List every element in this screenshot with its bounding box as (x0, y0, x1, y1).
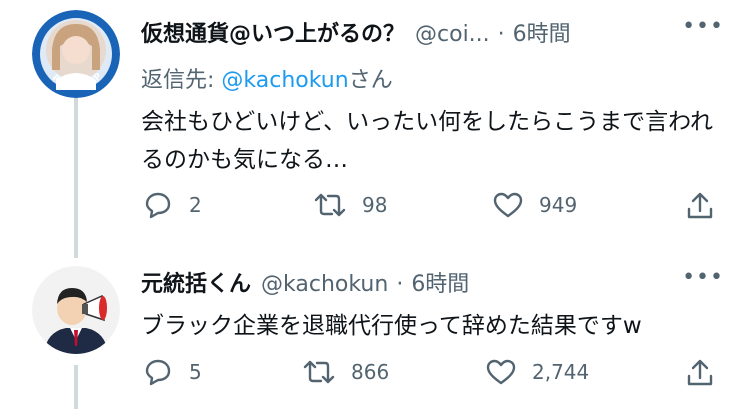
retweet-count: 98 (362, 193, 388, 217)
reply-button[interactable]: 2 (141, 190, 202, 220)
author-name[interactable]: 元統括くん (141, 266, 251, 298)
timestamp[interactable]: 6時間 (411, 266, 469, 298)
like-icon (486, 359, 516, 385)
author-handle[interactable]: @kachokun (261, 272, 388, 297)
tweet-text: ブラック企業を退職代行使って辞めた結果ですw (141, 313, 642, 339)
thread-line (74, 365, 78, 409)
like-count: 949 (539, 193, 578, 217)
reply-to-prefix: 返信先: (141, 68, 222, 93)
share-button[interactable] (684, 190, 716, 222)
like-button[interactable]: 949 (491, 190, 577, 220)
retweet-count: 866 (351, 360, 390, 384)
tweet-text: 会社もひどいけど、いったい何をしたらこうまで言われるのかも気になる… (141, 109, 714, 173)
more-icon[interactable]: ••• (682, 14, 724, 39)
reply-to-suffix: さん (348, 68, 393, 93)
like-icon (493, 192, 523, 218)
retweet-icon (314, 193, 346, 217)
separator-dot: · (396, 272, 404, 297)
reply-count: 5 (189, 360, 202, 384)
retweet-button[interactable]: 866 (301, 357, 389, 387)
reply-icon (145, 192, 171, 219)
reply-count: 2 (189, 193, 202, 217)
avatar[interactable]: Ripple XRP (32, 10, 120, 98)
reply-button[interactable]: 5 (141, 357, 202, 387)
retweet-button[interactable]: 98 (312, 190, 387, 220)
like-count: 2,744 (532, 360, 590, 384)
reply-to: 返信先: @kachokunさん (141, 62, 393, 94)
author-name[interactable]: 仮想通貨@いつ上がるの？ (141, 16, 405, 48)
tweet-header: 仮想通貨@いつ上がるの？ @coi... · 6時間 (141, 16, 571, 48)
share-icon (687, 192, 713, 219)
reply-icon (145, 359, 171, 386)
author-handle[interactable]: @coi... (415, 22, 490, 47)
timestamp[interactable]: 6時間 (513, 16, 571, 48)
share-button[interactable] (684, 357, 716, 389)
action-bar: 2 98 949 (141, 190, 721, 230)
tweet[interactable]: Ripple XRP 仮想通貨@いつ上がるの？ @coi... · 6時間 ••… (0, 0, 750, 258)
avatar[interactable] (32, 266, 120, 354)
like-button[interactable]: 2,744 (484, 357, 589, 387)
ripple-avatar-icon: Ripple XRP (32, 10, 120, 98)
separator-dot: · (497, 22, 505, 47)
megaphone-person-avatar-icon (32, 266, 120, 354)
more-icon[interactable]: ••• (682, 265, 724, 290)
thread-line (74, 95, 78, 258)
action-bar: 5 866 2,744 (141, 357, 721, 397)
retweet-icon (303, 360, 335, 384)
share-icon (687, 359, 713, 386)
reply-to-mention[interactable]: @kachokun (221, 68, 348, 93)
tweet-header: 元統括くん @kachokun · 6時間 (141, 266, 469, 298)
